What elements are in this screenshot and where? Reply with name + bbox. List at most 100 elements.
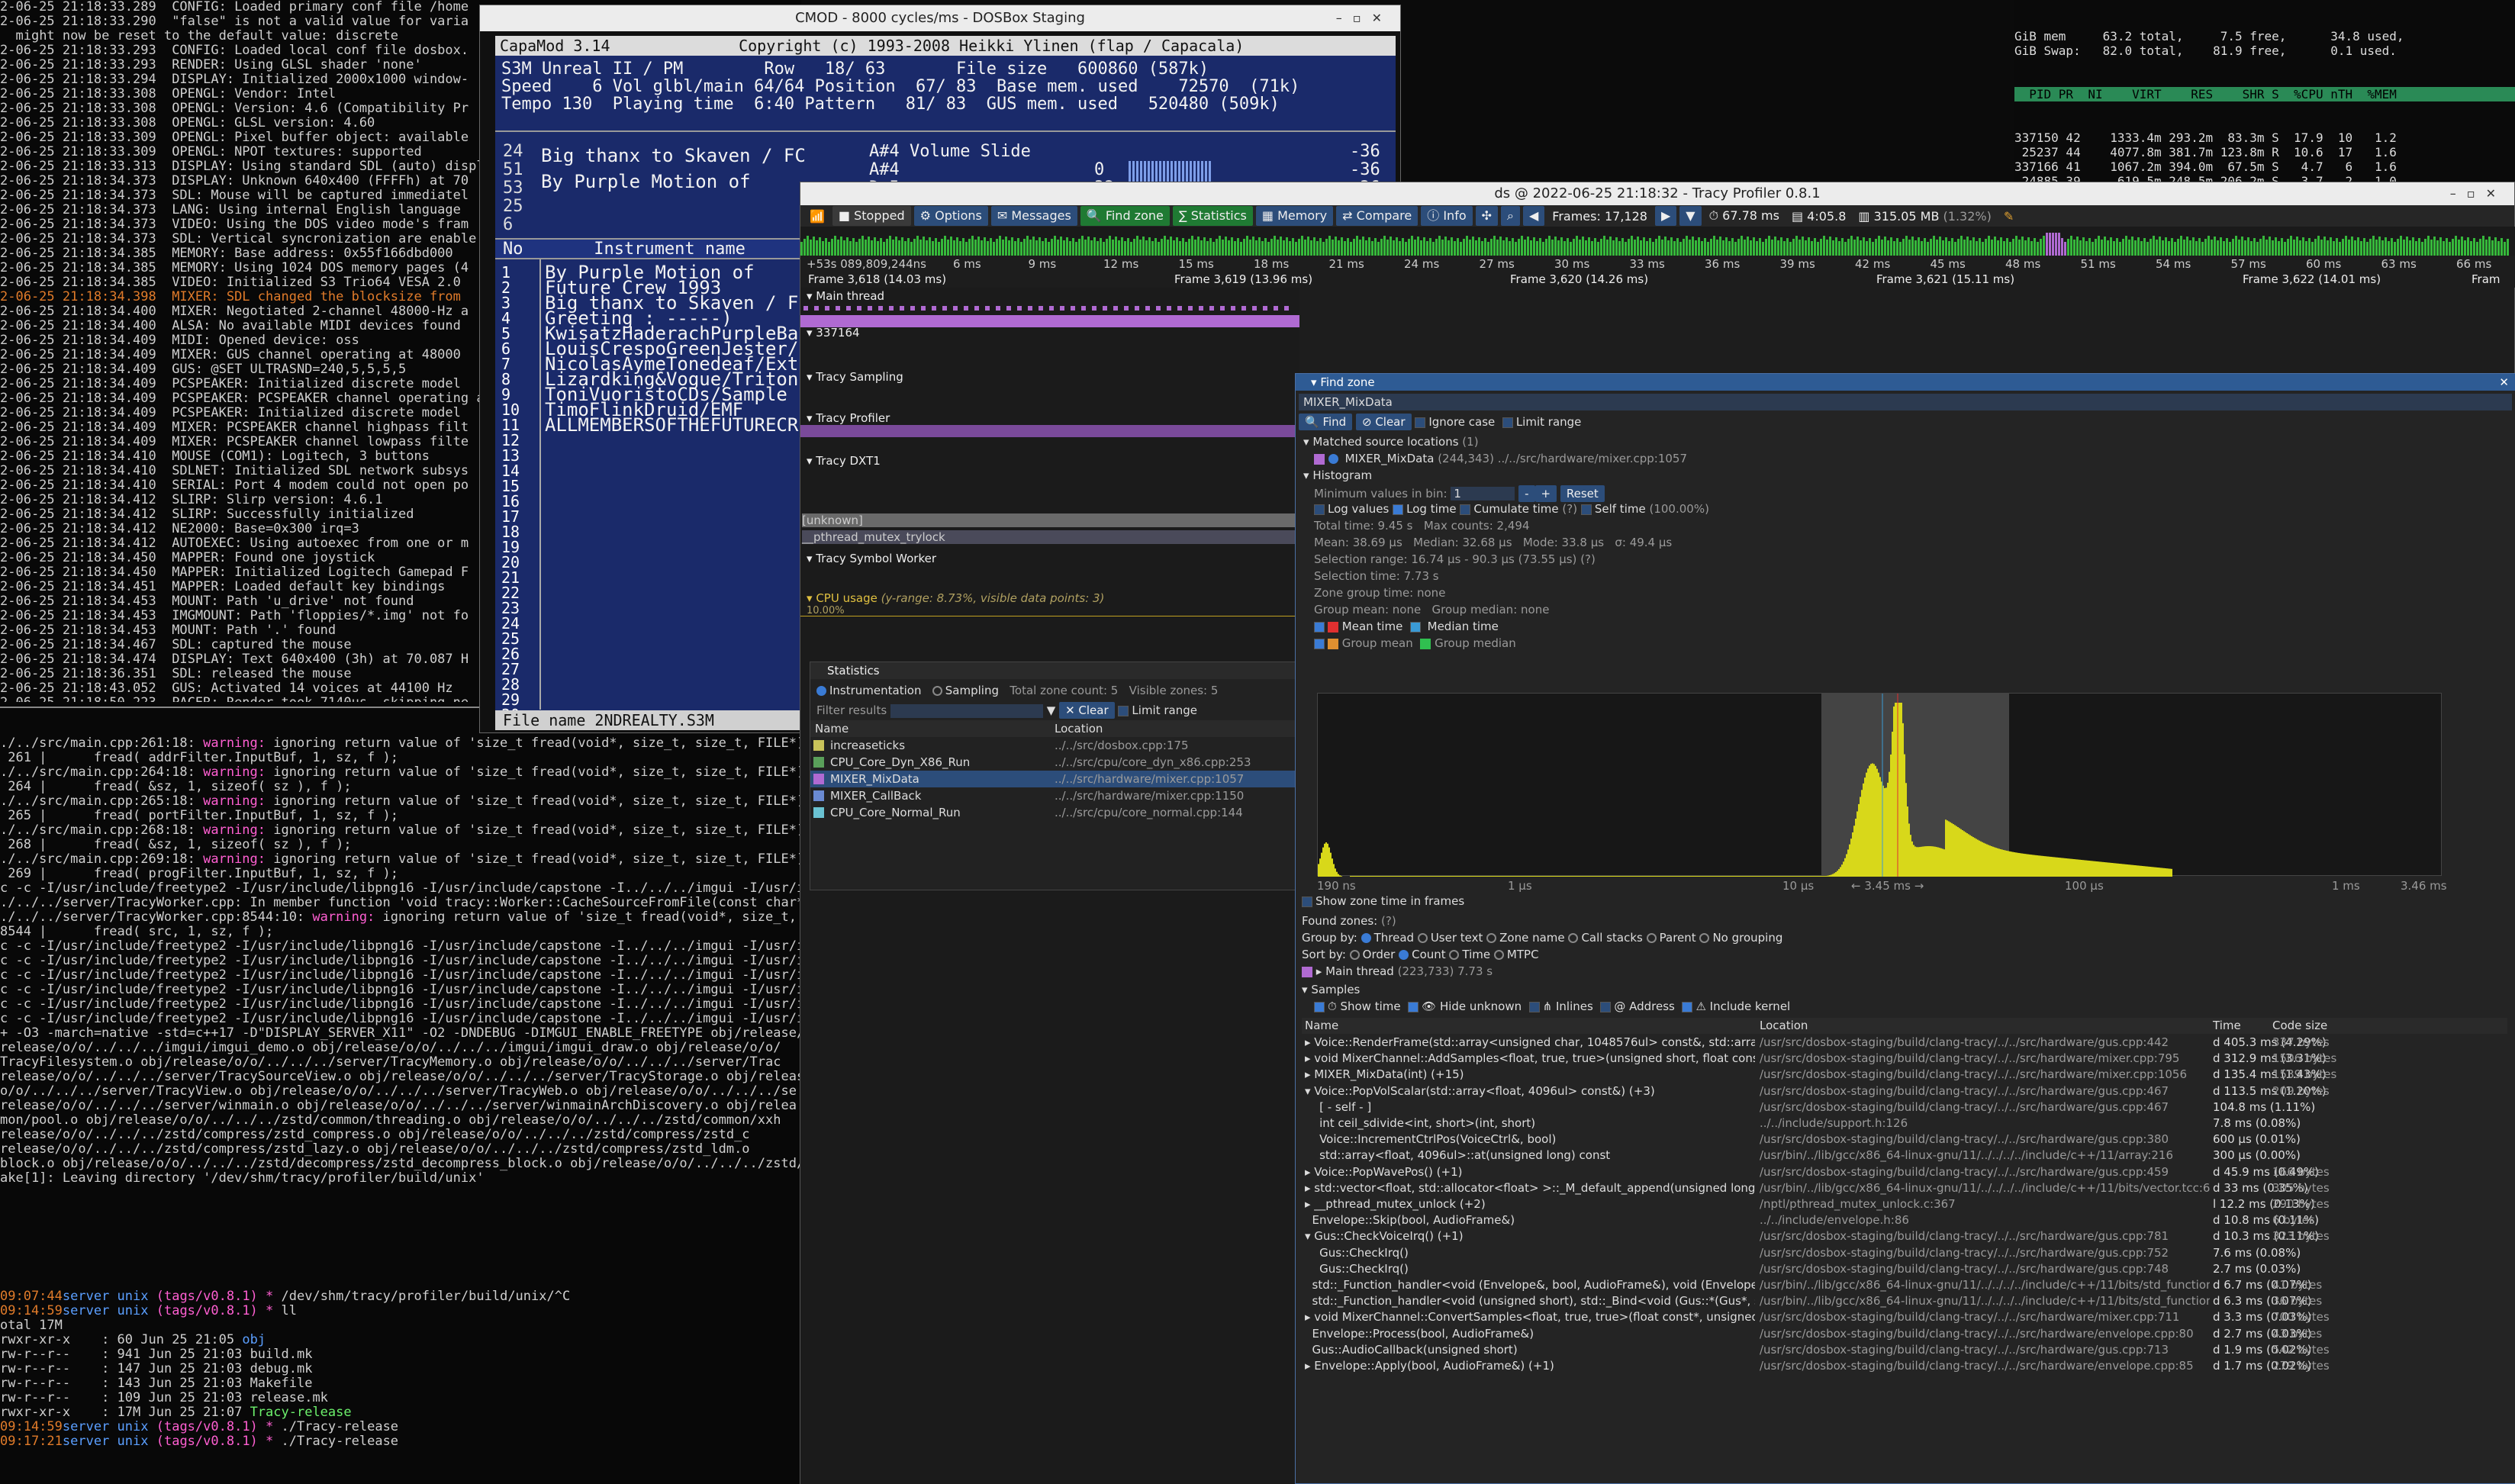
histogram-bin[interactable] xyxy=(2090,861,2092,877)
histogram-bin[interactable] xyxy=(1766,876,1768,877)
histogram-bin[interactable] xyxy=(1678,876,1679,877)
histogram-bin[interactable] xyxy=(1954,825,1956,877)
log-values-checkbox[interactable] xyxy=(1314,504,1325,515)
histogram-bin[interactable] xyxy=(2067,858,2069,877)
histogram-bin[interactable] xyxy=(1533,876,1534,877)
histogram-bin[interactable] xyxy=(1591,876,1592,877)
histogram-bin[interactable] xyxy=(1548,876,1550,877)
histogram-bin[interactable] xyxy=(1339,875,1341,877)
histogram-bin[interactable] xyxy=(2005,850,2006,877)
histogram-bin[interactable] xyxy=(1918,847,1919,877)
histogram-bin[interactable] xyxy=(1953,824,1954,877)
histogram-bin[interactable] xyxy=(1718,876,1719,877)
histogram-bin[interactable] xyxy=(1509,876,1510,877)
histogram-bin[interactable] xyxy=(1341,876,1342,877)
histogram-bin[interactable] xyxy=(1916,847,1918,877)
histogram-bin[interactable] xyxy=(1821,876,1823,877)
sample-row[interactable]: Envelope::Skip(bool, AudioFrame&) ../../i… xyxy=(1302,1212,2507,1228)
histogram-bin[interactable] xyxy=(1602,876,1603,877)
histogram-bin[interactable] xyxy=(1991,846,1992,877)
cumulate-time-checkbox[interactable] xyxy=(1460,504,1471,515)
stat-row[interactable]: increaseticks ../../src/dosbox.cpp:175 xyxy=(810,737,1297,754)
tracy-window[interactable]: ds @ 2022-06-25 21:18:32 - Tracy Profile… xyxy=(800,182,2515,1484)
zone-bar[interactable] xyxy=(1092,306,1096,311)
histogram-bin[interactable] xyxy=(1472,876,1473,877)
histogram-bin[interactable] xyxy=(2075,859,2076,877)
histogram-bin[interactable] xyxy=(1805,876,1806,877)
stopped-button[interactable]: ■ Stopped xyxy=(832,206,911,226)
histogram-bin[interactable] xyxy=(2136,865,2137,877)
histogram-bin[interactable] xyxy=(1582,876,1583,877)
histogram-bin[interactable] xyxy=(1643,876,1644,877)
prompt-line[interactable]: 09:17:21server unix (tags/v0.8.1) * ./Tr… xyxy=(0,1434,801,1449)
histogram-bin[interactable] xyxy=(1484,876,1486,877)
thread-label[interactable]: ▾ 337164 xyxy=(807,326,860,340)
histogram-bin[interactable] xyxy=(1475,876,1476,877)
histogram-bin[interactable] xyxy=(1466,876,1467,877)
histogram-bin[interactable] xyxy=(2030,855,2032,877)
histogram-bin[interactable] xyxy=(2046,856,2047,877)
histogram-bin[interactable] xyxy=(1469,876,1470,877)
histogram-bin[interactable] xyxy=(1945,819,1947,877)
info-button[interactable]: ⓘ Info xyxy=(1421,206,1473,226)
histogram-bin[interactable] xyxy=(1850,839,1852,877)
histogram-bin[interactable] xyxy=(1350,876,1351,877)
histogram-bin[interactable] xyxy=(1885,787,1887,877)
histogram-bin[interactable] xyxy=(2032,855,2034,877)
histogram-bin[interactable] xyxy=(1962,830,1963,877)
sample-row[interactable]: Voice::IncrementCtrlPos(VoiceCtrl&, bool… xyxy=(1302,1132,2507,1148)
histogram-bin[interactable] xyxy=(1684,876,1686,877)
histogram-bin[interactable] xyxy=(1721,876,1722,877)
histogram-bin[interactable] xyxy=(1911,841,1913,877)
histogram-bin[interactable] xyxy=(1757,876,1759,877)
histogram-bin[interactable] xyxy=(1867,768,1869,877)
histogram-bin[interactable] xyxy=(2072,858,2073,877)
histogram-bin[interactable] xyxy=(1654,876,1655,877)
histogram-bin[interactable] xyxy=(1844,858,1846,877)
histogram-bin[interactable] xyxy=(2165,868,2166,877)
histogram-bin[interactable] xyxy=(1800,876,1802,877)
zone-label[interactable]: [unknown] xyxy=(802,513,1298,527)
histogram-bin[interactable] xyxy=(2156,867,2157,877)
histogram-bin[interactable] xyxy=(1460,876,1461,877)
histogram-bin[interactable] xyxy=(1542,876,1544,877)
sort-by-radio[interactable] xyxy=(1493,950,1504,960)
histogram-bin[interactable] xyxy=(2139,865,2140,877)
histogram-bin[interactable] xyxy=(1733,876,1734,877)
histogram-bin[interactable] xyxy=(1948,821,1950,877)
histogram-bin[interactable] xyxy=(1963,831,1965,877)
histogram-bin[interactable] xyxy=(1536,876,1538,877)
histogram-bin[interactable] xyxy=(2020,853,2021,877)
histogram-bin[interactable] xyxy=(1713,876,1715,877)
histogram-bin[interactable] xyxy=(1403,876,1405,877)
histogram-bin[interactable] xyxy=(1719,876,1721,877)
histogram-bin[interactable] xyxy=(1515,876,1516,877)
median-time-checkbox[interactable] xyxy=(1409,621,1421,633)
sample-row[interactable]: ▸ Voice::PopWavePos() (+1)/usr/src/dosbo… xyxy=(1302,1164,2507,1180)
histogram-bin[interactable] xyxy=(1750,876,1751,877)
histogram-bin[interactable] xyxy=(2105,862,2107,877)
histogram-bin[interactable] xyxy=(1998,848,2000,877)
histogram-bin[interactable] xyxy=(2162,868,2163,877)
histogram-bin[interactable] xyxy=(1481,876,1483,877)
histogram-bin[interactable] xyxy=(2125,864,2127,877)
frame-label[interactable]: Frame 3,618 (14.03 ms) xyxy=(808,272,946,286)
histogram-bin[interactable] xyxy=(1617,876,1618,877)
close-icon[interactable]: ✕ xyxy=(2499,374,2509,391)
histogram-bin[interactable] xyxy=(1504,876,1505,877)
samples-col-1[interactable]: Location xyxy=(1760,1018,1808,1034)
histogram-bin[interactable] xyxy=(2150,867,2151,877)
histogram-bin[interactable] xyxy=(1921,846,1922,877)
histogram-bin[interactable] xyxy=(2101,861,2102,877)
histogram-bin[interactable] xyxy=(2003,850,2005,877)
fz-limit-range-checkbox[interactable] xyxy=(1502,417,1513,428)
show-time-checkbox[interactable] xyxy=(1314,1001,1325,1012)
histogram-bin[interactable] xyxy=(1856,811,1858,877)
histogram-bin[interactable] xyxy=(1640,876,1641,877)
frame-graph[interactable] xyxy=(800,227,2515,256)
histogram-bin[interactable] xyxy=(2142,866,2143,877)
histogram-bin[interactable] xyxy=(1335,868,1336,877)
histogram-bin[interactable] xyxy=(1785,876,1786,877)
histogram-bin[interactable] xyxy=(1947,820,1948,877)
group-by-radio[interactable] xyxy=(1568,933,1579,943)
